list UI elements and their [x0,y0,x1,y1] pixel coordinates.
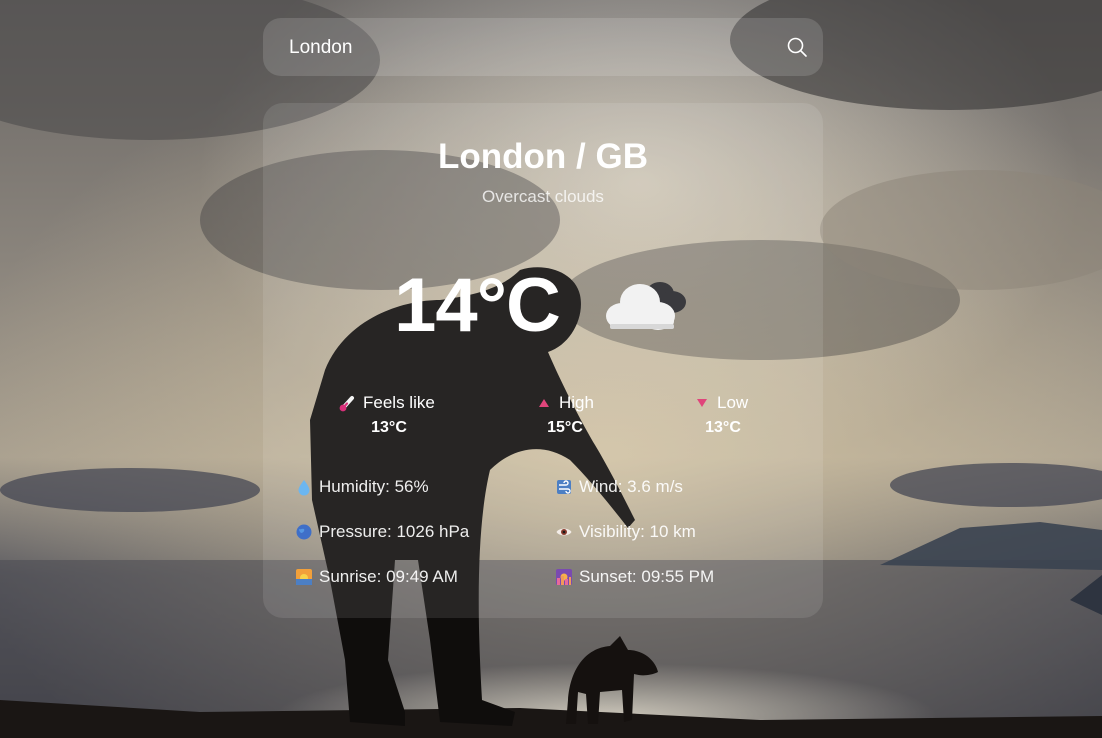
feels-like-value: 13°C [371,419,407,436]
low-label: Low [717,393,749,412]
feels-like-label: Feels like [363,393,435,412]
sunrise-text: Sunrise: 09:49 AM [319,567,458,586]
pressure-text: Pressure: 1026 hPa [319,522,470,541]
search-icon[interactable] [785,35,809,59]
wind-icon [557,480,571,494]
temperature-stats: Feels like 13°C High 15°C Low 13°C [263,393,823,443]
city-search-input[interactable] [287,32,771,64]
sunset-detail: Sunset: 09:55 PM [555,567,714,587]
cloudy-icon [605,281,686,330]
weather-description: Overcast clouds [482,187,604,206]
sunset-icon [556,569,572,585]
high-temperature-stat: High 15°C [535,393,595,437]
low-temperature-stat: Low 13°C [693,393,753,437]
sunrise-detail: Sunrise: 09:49 AM [295,567,458,587]
triangle-up-icon [539,399,549,407]
low-value: 13°C [705,419,741,436]
humidity-text: Humidity: 56% [319,477,429,496]
thermometer-icon [339,396,354,412]
triangle-down-icon [697,399,707,407]
eye-icon [556,528,572,536]
search-bar [263,18,823,76]
high-value: 15°C [547,419,583,436]
droplet-icon [298,480,310,496]
visibility-detail: Visibility: 10 km [555,522,696,542]
feels-like-stat: Feels like 13°C [339,393,439,437]
city-name: London / GB [438,137,648,176]
high-label: High [559,393,594,412]
wind-text: Wind: 3.6 m/s [579,477,683,496]
pressure-detail: Pressure: 1026 hPa [295,522,469,542]
sunrise-icon [296,569,312,585]
humidity-detail: Humidity: 56% [295,477,429,497]
weather-card: London / GB Overcast clouds 14°C Feels l… [263,103,823,618]
temperature-row: 14°C [263,263,823,348]
globe-icon [296,524,312,540]
visibility-text: Visibility: 10 km [579,522,696,541]
wind-detail: Wind: 3.6 m/s [555,477,683,497]
sunset-text: Sunset: 09:55 PM [579,567,715,586]
current-temperature: 14°C [394,263,561,348]
